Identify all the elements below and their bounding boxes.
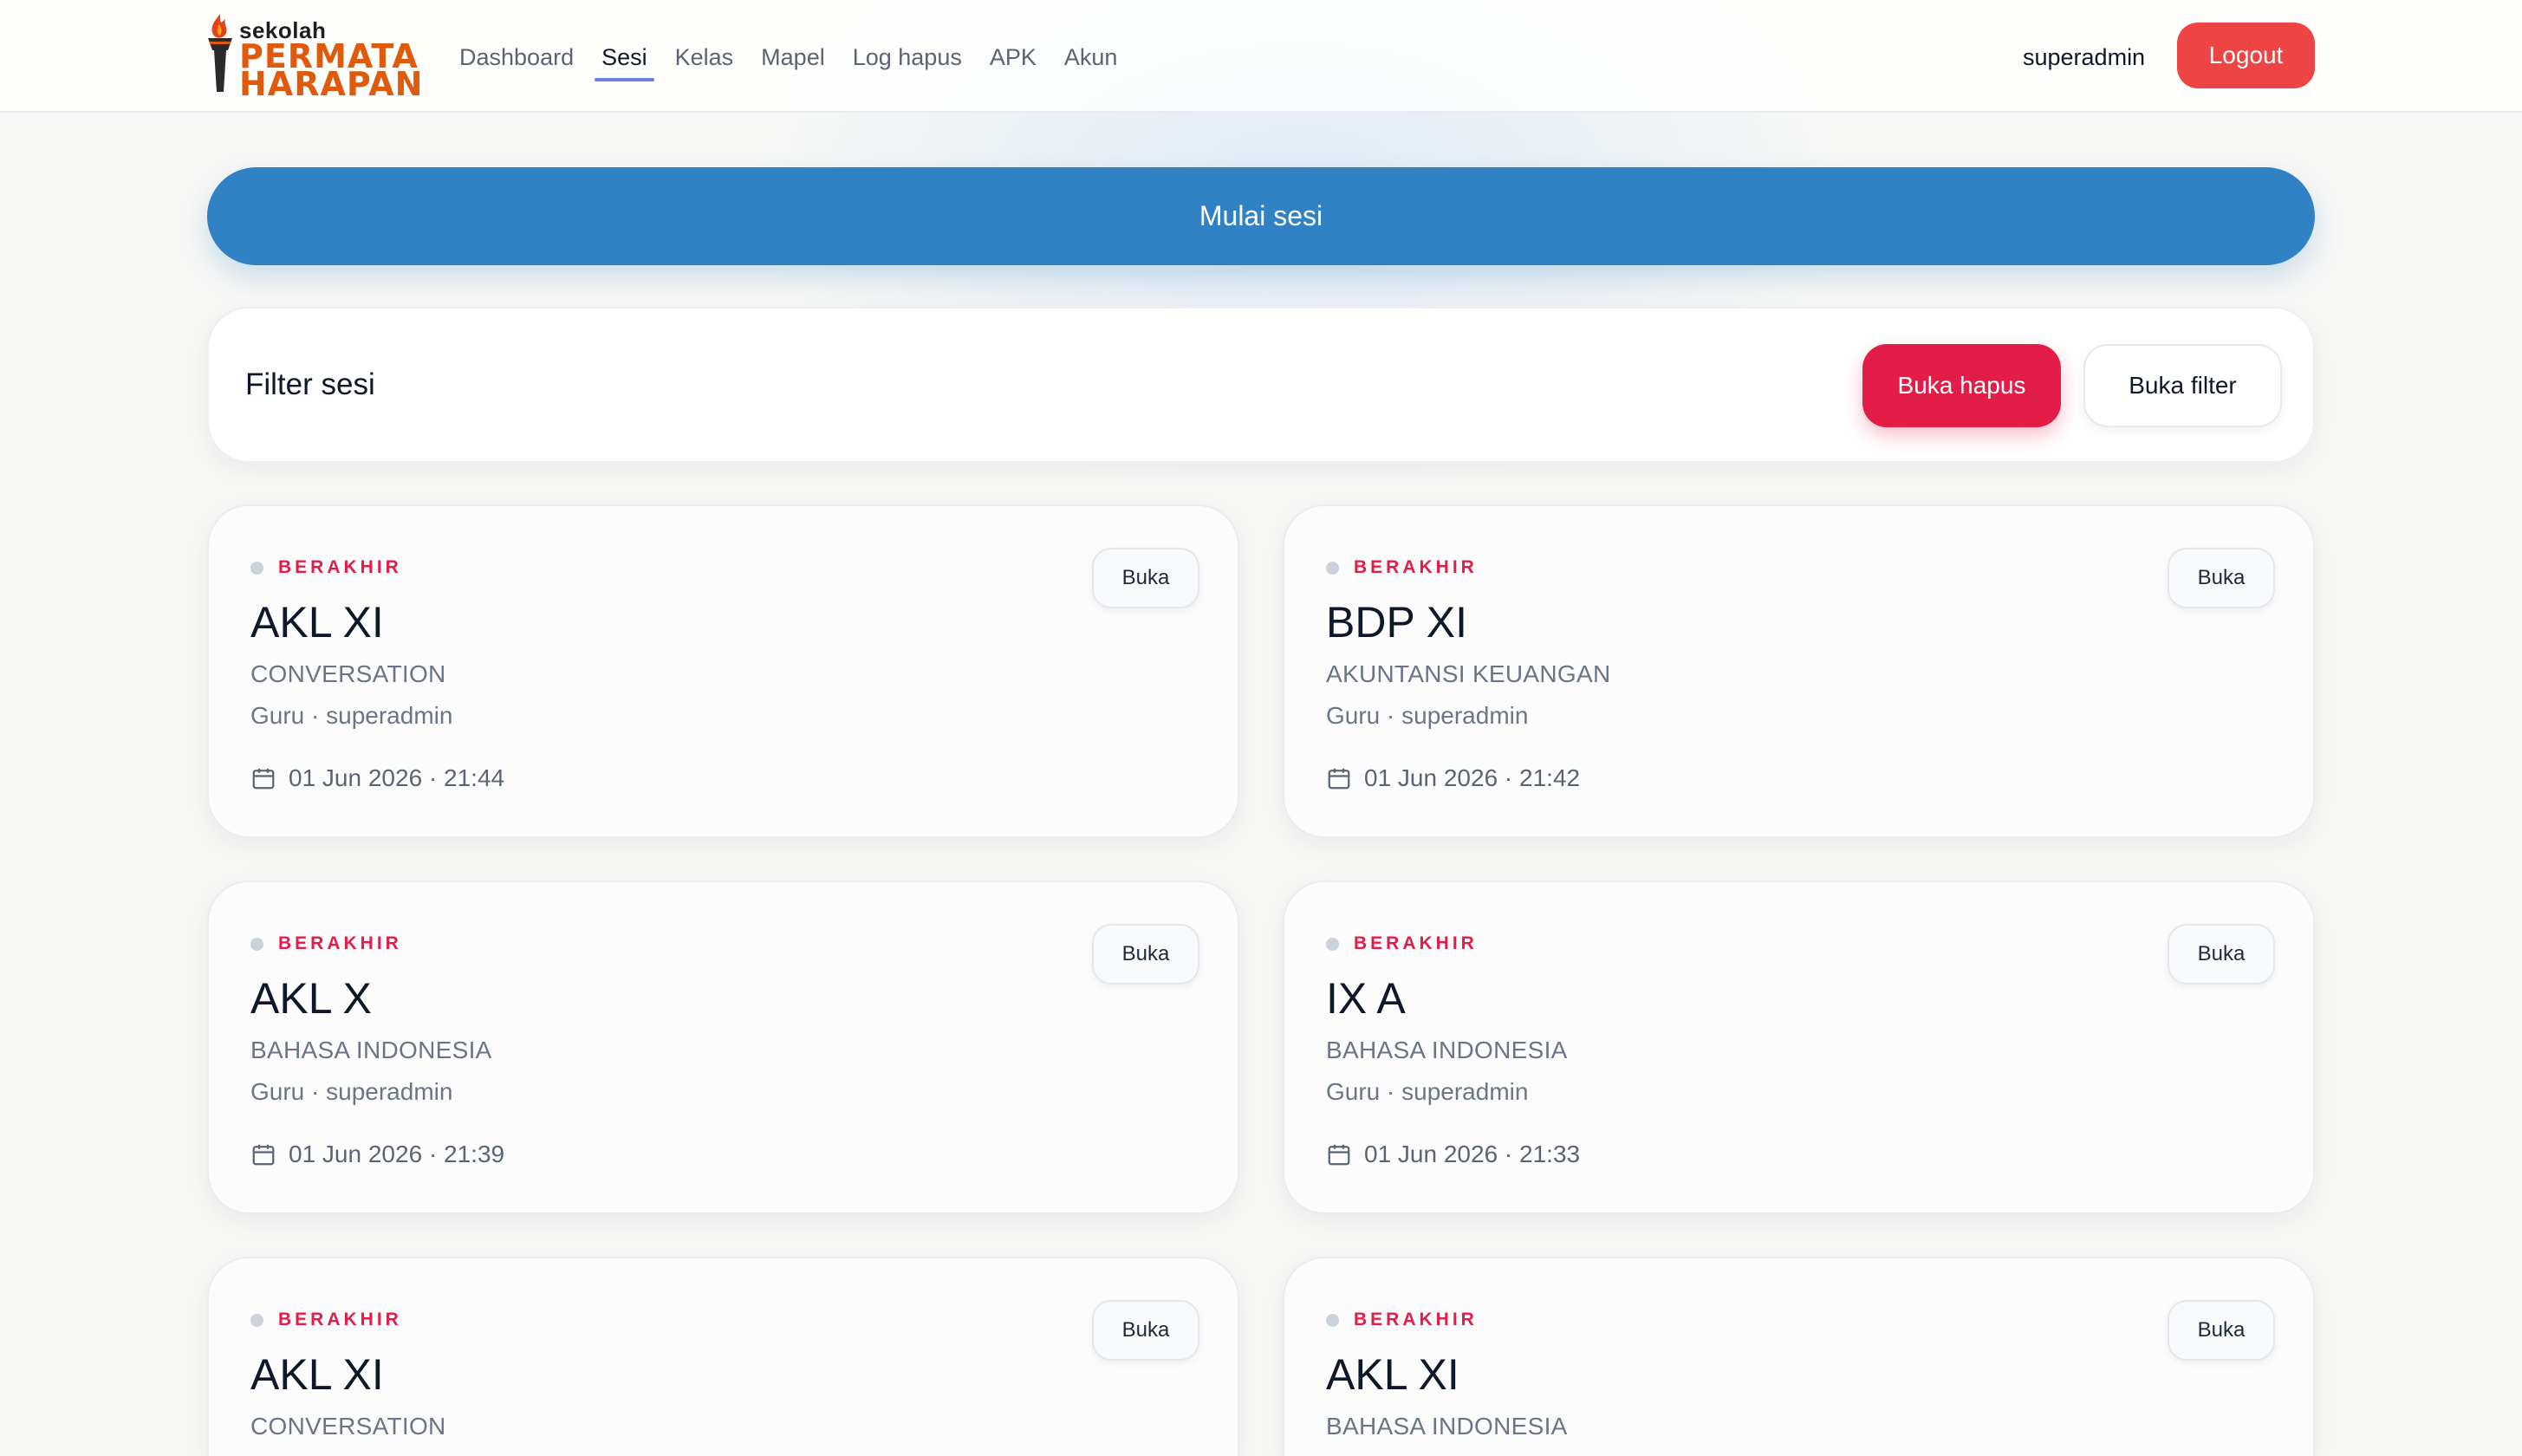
session-datetime-text: 01 Jun 2026 · 21:42 <box>1364 764 1581 791</box>
calendar-icon <box>1328 768 1350 790</box>
status-text: BERAKHIR <box>1354 1310 1478 1329</box>
session-class-title: AKL X <box>250 974 372 1023</box>
session-datetime: 01 Jun 2026 · 21:33 <box>1326 1139 1580 1170</box>
logo-line-2: HARAPAN <box>239 65 424 103</box>
status-dot <box>250 1313 263 1327</box>
logout-button[interactable]: Logout <box>2177 23 2315 88</box>
session-class-title: AKL XI <box>250 598 384 647</box>
status-text: BERAKHIR <box>278 557 402 577</box>
status-text: BERAKHIR <box>278 933 402 953</box>
school-logo[interactable]: sekolah PERMATA HARAPAN <box>205 12 422 101</box>
nav-kelas[interactable]: Kelas <box>675 40 734 75</box>
open-session-button[interactable]: Buka <box>1092 1300 1199 1361</box>
calendar-icon <box>252 1144 275 1166</box>
start-session-button[interactable]: Mulai sesi <box>207 167 2315 265</box>
session-subject: BAHASA INDONESIA <box>250 1037 492 1063</box>
session-teacher: Guru · superadmin <box>1326 1078 1529 1105</box>
status-dot <box>250 937 263 951</box>
session-subject: CONVERSATION <box>250 660 446 687</box>
open-delete-button[interactable]: Buka hapus <box>1862 344 2061 427</box>
open-session-button[interactable]: Buka <box>2168 924 2275 985</box>
nav-dashboard[interactable]: Dashboard <box>459 40 574 75</box>
session-datetime-text: 01 Jun 2026 · 21:33 <box>1364 1141 1581 1167</box>
open-filter-button[interactable]: Buka filter <box>2083 344 2282 427</box>
session-subject: CONVERSATION <box>250 1413 446 1440</box>
open-session-button[interactable]: Buka <box>1092 924 1199 985</box>
status-dot <box>1326 937 1339 951</box>
status-badge: BERAKHIR <box>1326 931 1478 957</box>
status-dot <box>1326 561 1339 575</box>
session-datetime: 01 Jun 2026 · 21:39 <box>250 1139 504 1170</box>
main-nav: Dashboard Sesi Kelas Mapel Log hapus APK… <box>459 40 1145 81</box>
current-username: superadmin <box>2023 44 2146 70</box>
open-session-button[interactable]: Buka <box>2168 1300 2275 1361</box>
calendar-icon <box>252 768 275 790</box>
nav-apk[interactable]: APK <box>990 40 1037 75</box>
session-card[interactable]: BERAKHIR IX A BAHASA INDONESIA Guru · su… <box>1283 881 2315 1214</box>
session-subject: AKUNTANSI KEUANGAN <box>1326 660 1611 687</box>
top-navbar: sekolah PERMATA HARAPAN Dashboard Sesi K… <box>0 0 2522 113</box>
filter-panel: Filter sesi Buka hapus Buka filter <box>207 307 2315 463</box>
session-subject: BAHASA INDONESIA <box>1326 1037 1568 1063</box>
session-class-title: IX A <box>1326 974 1406 1023</box>
status-badge: BERAKHIR <box>1326 1307 1478 1333</box>
session-datetime: 01 Jun 2026 · 21:44 <box>250 763 504 794</box>
open-session-button[interactable]: Buka <box>1092 548 1199 608</box>
session-class-title: AKL XI <box>250 1350 384 1399</box>
session-class-title: BDP XI <box>1326 598 1468 647</box>
session-card[interactable]: BERAKHIR AKL XI CONVERSATION Guru · supe… <box>207 504 1239 838</box>
session-subject: BAHASA INDONESIA <box>1326 1413 1568 1440</box>
status-dot <box>250 561 263 575</box>
nav-sesi[interactable]: Sesi <box>595 40 654 81</box>
session-class-title: AKL XI <box>1326 1350 1459 1399</box>
status-dot <box>1326 1313 1339 1327</box>
filter-title: Filter sesi <box>245 367 375 401</box>
session-card[interactable]: BERAKHIR AKL XI BAHASA INDONESIA Buka <box>1283 1257 2315 1456</box>
session-teacher: Guru · superadmin <box>250 702 453 729</box>
status-badge: BERAKHIR <box>250 931 402 957</box>
status-text: BERAKHIR <box>1354 557 1478 577</box>
status-text: BERAKHIR <box>278 1310 402 1329</box>
session-datetime-text: 01 Jun 2026 · 21:44 <box>289 764 505 791</box>
session-card[interactable]: BERAKHIR AKL XI CONVERSATION Buka <box>207 1257 1239 1456</box>
session-datetime-text: 01 Jun 2026 · 21:39 <box>289 1141 505 1167</box>
nav-akun[interactable]: Akun <box>1064 40 1118 75</box>
open-session-button[interactable]: Buka <box>2168 548 2275 608</box>
status-badge: BERAKHIR <box>250 555 402 581</box>
nav-mapel[interactable]: Mapel <box>761 40 825 75</box>
calendar-icon <box>1328 1144 1350 1166</box>
status-badge: BERAKHIR <box>1326 555 1478 581</box>
session-teacher: Guru · superadmin <box>250 1078 453 1105</box>
nav-log-hapus[interactable]: Log hapus <box>853 40 962 75</box>
status-badge: BERAKHIR <box>250 1307 402 1333</box>
status-text: BERAKHIR <box>1354 933 1478 953</box>
session-card[interactable]: BERAKHIR AKL X BAHASA INDONESIA Guru · s… <box>207 881 1239 1214</box>
session-teacher: Guru · superadmin <box>1326 702 1529 729</box>
session-datetime: 01 Jun 2026 · 21:42 <box>1326 763 1580 794</box>
session-card[interactable]: BERAKHIR BDP XI AKUNTANSI KEUANGAN Guru … <box>1283 504 2315 838</box>
